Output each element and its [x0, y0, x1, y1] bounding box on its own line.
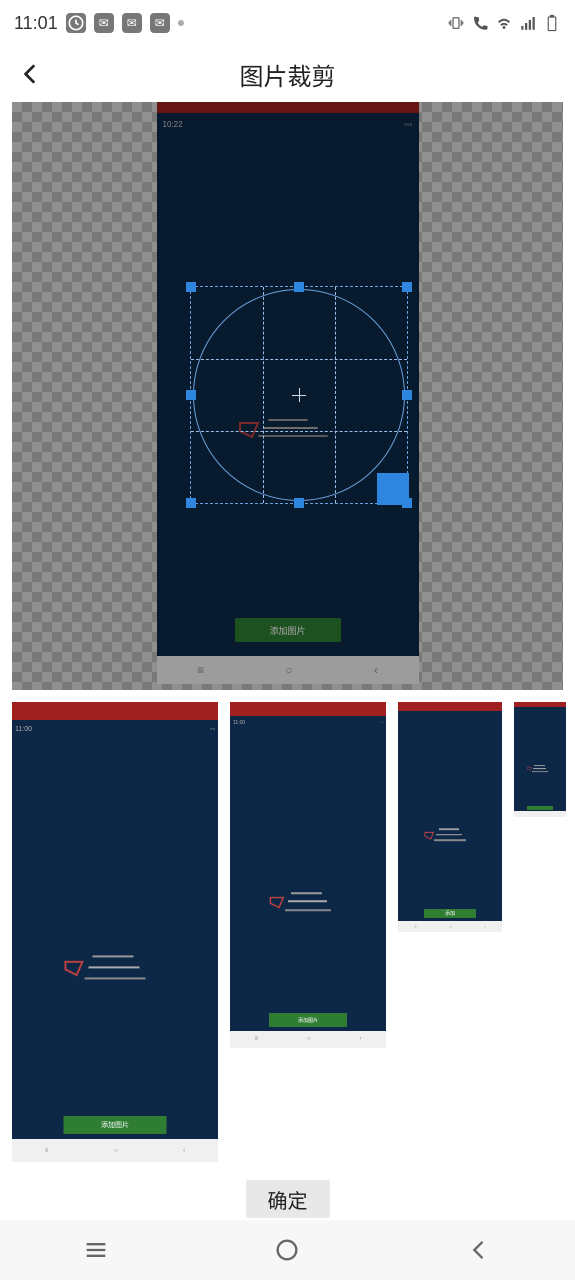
thumb3-btn: 添加 — [424, 909, 476, 918]
nav-menu-button[interactable] — [79, 1233, 113, 1267]
preview-inner-right: ◦◦◦ — [404, 120, 413, 129]
preview-navbar: ≡ ○ ‹ — [157, 656, 419, 684]
status-time: 11:01 — [14, 13, 58, 34]
confirm-button[interactable]: 确定 — [246, 1180, 330, 1218]
center-cross-icon — [292, 388, 306, 402]
thumbnail-4[interactable] — [514, 702, 566, 817]
thumbnail-1[interactable]: 11:00◦◦ 添加图片 ≡○‹ — [12, 702, 218, 1162]
handle-bottom-left[interactable] — [186, 498, 196, 508]
grid-horizontal-1 — [191, 359, 407, 360]
thumbnail-3[interactable]: 添加 ≡○‹ — [398, 702, 502, 932]
nav-back-button[interactable] — [462, 1233, 496, 1267]
handle-middle-left[interactable] — [186, 390, 196, 400]
handle-top-middle[interactable] — [294, 282, 304, 292]
thumb4-btn — [527, 806, 553, 811]
grid-vertical-1 — [263, 287, 264, 503]
mail-icon-2: ✉ — [122, 13, 142, 33]
status-left: 11:01 ✉ ✉ ✉ — [14, 13, 184, 34]
battery-icon — [543, 14, 561, 32]
thumbnail-row: 11:00◦◦ 添加图片 ≡○‹ 11:00◦ 添加图片 ≡○‹ 添加 ≡○‹ — [0, 702, 575, 1162]
wifi-icon — [495, 14, 513, 32]
preview-add-button: 添加图片 — [235, 618, 341, 642]
handle-bottom-middle[interactable] — [294, 498, 304, 508]
back-button[interactable] — [16, 59, 46, 89]
preview-nav-back-icon: ‹ — [374, 663, 378, 677]
handle-middle-right[interactable] — [402, 390, 412, 400]
preview-red-bar — [157, 102, 419, 113]
nav-home-button[interactable] — [270, 1233, 304, 1267]
preview-inner-time: 10:22 — [163, 120, 183, 129]
more-dot-icon — [178, 20, 184, 26]
system-nav-bar — [0, 1220, 575, 1280]
crop-frame[interactable] — [190, 286, 408, 504]
grid-vertical-2 — [335, 287, 336, 503]
handle-top-right[interactable] — [402, 282, 412, 292]
resize-corner[interactable] — [377, 473, 409, 505]
preview-inner-status: 10:22 ◦◦◦ — [157, 113, 419, 135]
header: 图片裁剪 — [0, 46, 575, 102]
crop-canvas[interactable]: 10:22 ◦◦◦ 添加图片 ≡ ○ ‹ — [12, 102, 563, 690]
thumb2-btn: 添加图片 — [269, 1013, 347, 1027]
vibrate-icon — [447, 14, 465, 32]
thumb1-btn: 添加图片 — [64, 1116, 167, 1134]
status-right — [447, 14, 561, 32]
page-title: 图片裁剪 — [0, 57, 575, 92]
status-bar: 11:01 ✉ ✉ ✉ — [0, 0, 575, 46]
handle-top-left[interactable] — [186, 282, 196, 292]
preview-nav-menu-icon: ≡ — [197, 663, 204, 677]
clock-icon — [66, 13, 86, 33]
phone-icon — [471, 14, 489, 32]
thumbnail-2[interactable]: 11:00◦ 添加图片 ≡○‹ — [230, 702, 386, 1048]
grid-horizontal-2 — [191, 431, 407, 432]
mail-icon: ✉ — [94, 13, 114, 33]
signal-icon — [519, 14, 537, 32]
preview-nav-circle-icon: ○ — [285, 663, 292, 677]
mail-icon-3: ✉ — [150, 13, 170, 33]
